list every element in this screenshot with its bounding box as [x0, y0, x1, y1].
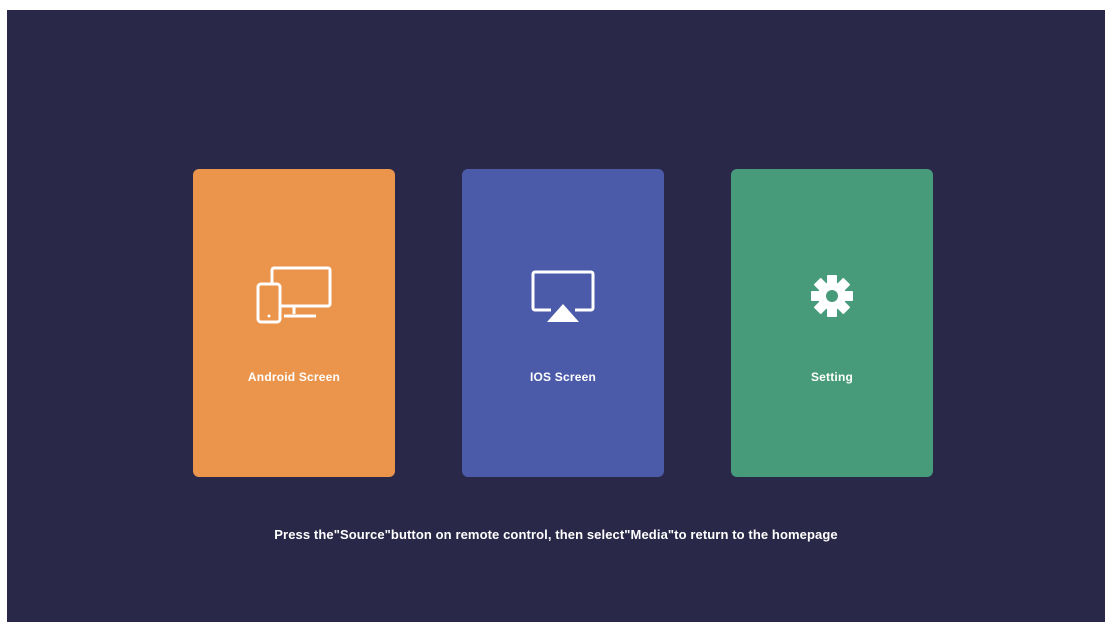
tile-android-screen[interactable]: Android Screen	[193, 169, 395, 477]
media-home-screen: Android Screen IOS Screen Setting Press …	[7, 10, 1105, 622]
tile-setting[interactable]: Setting	[731, 169, 933, 477]
tile-label: IOS Screen	[529, 370, 597, 384]
tile-ios-screen[interactable]: IOS Screen	[462, 169, 664, 477]
gear-icon	[792, 261, 872, 331]
airplay-icon	[523, 261, 603, 331]
devices-icon	[254, 261, 334, 331]
tile-label: Setting	[810, 370, 854, 384]
instruction-text: Press the"Source"button on remote contro…	[274, 527, 838, 542]
tile-label: Android Screen	[247, 370, 341, 384]
